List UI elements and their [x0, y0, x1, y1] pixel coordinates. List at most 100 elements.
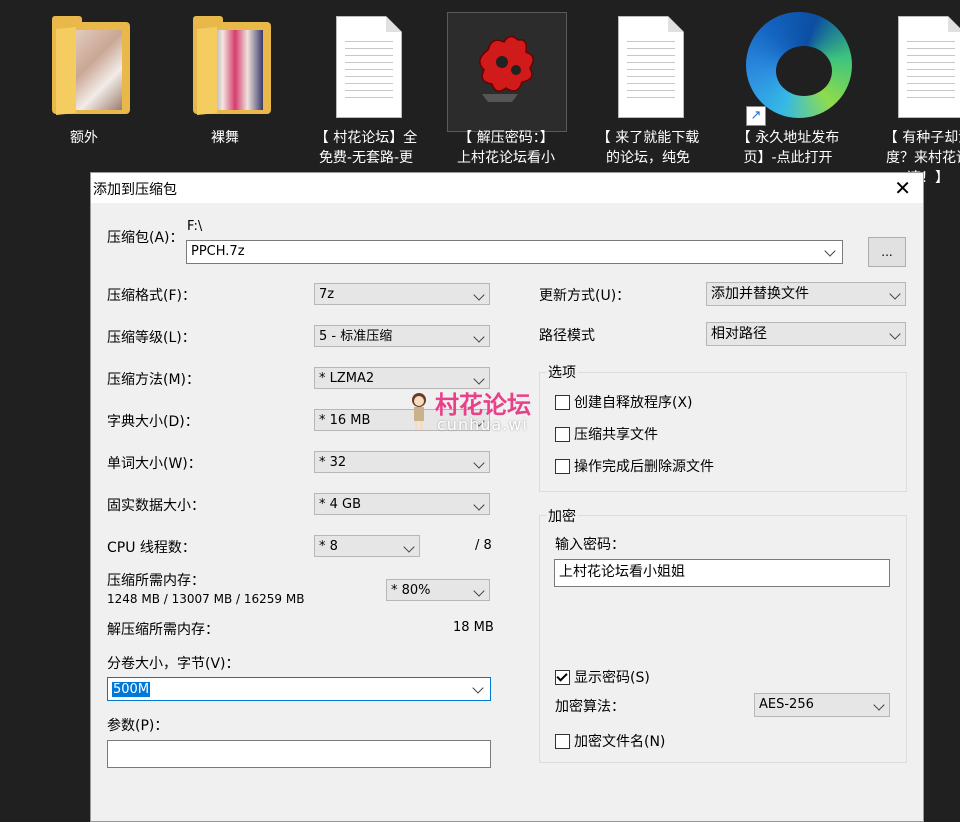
desktop-icon-folder-extra[interactable]: 额外 [24, 10, 144, 148]
format-select[interactable]: 7z [314, 283, 490, 305]
watermark-subtitle: cunhua.wi [437, 415, 528, 434]
edge-browser-icon: ↗ [740, 10, 852, 126]
password-label: 输入密码： [555, 537, 625, 553]
params-label: 参数(P)： [107, 718, 169, 734]
encrypt-names-checkbox[interactable]: 加密文件名(N) [555, 731, 665, 751]
format-value: 7z [319, 287, 335, 302]
format-label: 压缩格式(F)： [107, 288, 196, 304]
document-icon [600, 10, 696, 120]
chevron-down-icon [473, 585, 485, 597]
archive-label: 压缩包(A)： [107, 230, 184, 246]
dict-value: * 16 MB [319, 413, 371, 428]
encrypt-names-label: 加密文件名(N) [574, 734, 666, 750]
title-bar: 添加到压缩包 ✕ [91, 173, 923, 203]
document-icon [880, 10, 960, 120]
volume-value: 500M [112, 682, 151, 697]
word-label: 单词大小(W)： [107, 456, 202, 472]
chevron-down-icon [473, 289, 485, 301]
folder-icon [36, 10, 132, 120]
chevron-down-icon [889, 288, 901, 300]
delete-after-checkbox[interactable]: 操作完成后删除源文件 [555, 456, 714, 476]
chevron-down-icon [889, 328, 901, 340]
solid-label: 固实数据大小： [107, 498, 205, 514]
delete-after-label: 操作完成后删除源文件 [574, 459, 714, 475]
chevron-down-icon [473, 499, 485, 511]
path-mode-label: 路径模式 [539, 328, 595, 344]
update-select[interactable]: 添加并替换文件 [706, 282, 906, 306]
update-label: 更新方式(U)： [539, 288, 631, 304]
desktop-icon-doc-3[interactable]: 【 有种子却没 度？来村花论 速！】 [868, 10, 960, 188]
checkbox-box-checked [555, 669, 570, 685]
chevron-down-icon [473, 373, 485, 385]
watermark: 村花论坛 cunhua.wi [405, 385, 565, 435]
desktop-icon-edge[interactable]: ↗ 【 永久地址发布 页】-点此打开 [728, 10, 852, 168]
encryption-group-title: 加密 [546, 506, 578, 526]
show-password-label: 显示密码(S) [574, 670, 650, 686]
archive-name-combobox[interactable]: PPCH.7z [186, 240, 843, 264]
shared-files-checkbox[interactable]: 压缩共享文件 [555, 424, 658, 444]
chevron-down-icon [472, 682, 484, 694]
mem-percent-value: * 80% [391, 583, 431, 598]
dict-label: 字典大小(D)： [107, 414, 199, 430]
update-value: 添加并替换文件 [711, 286, 809, 302]
add-to-archive-dialog: 添加到压缩包 ✕ 压缩包(A)： F:\ PPCH.7z ... 压缩格式(F)… [90, 172, 924, 822]
word-select[interactable]: * 32 [314, 451, 490, 473]
cpu-total: / 8 [475, 538, 492, 553]
puzzle-icon [458, 10, 554, 120]
volume-combobox[interactable]: 500M [107, 677, 491, 701]
browse-button[interactable]: ... [868, 237, 906, 267]
desktop-icon-label: 【 村花论坛】全 免费-无套路-更 [314, 130, 418, 166]
doll-mascot-icon [412, 393, 426, 430]
solid-value: * 4 GB [319, 497, 362, 512]
sfx-label: 创建自释放程序(X) [574, 395, 693, 411]
checkbox-box [555, 733, 570, 749]
shortcut-arrow-icon: ↗ [746, 106, 766, 126]
archive-name-value: PPCH.7z [191, 244, 245, 259]
decomp-value: 18 MB [453, 620, 494, 635]
archive-path: F:\ [187, 219, 203, 234]
level-select[interactable]: 5 - 标准压缩 [314, 325, 490, 347]
path-mode-select[interactable]: 相对路径 [706, 322, 906, 346]
cpu-select[interactable]: * 8 [314, 535, 420, 557]
mem-percent-select[interactable]: * 80% [386, 579, 490, 601]
desktop-icon-label: 【 永久地址发布 页】-点此打开 [736, 130, 840, 166]
desktop-icon-doc-2[interactable]: 【 来了就能下载 的论坛，纯免 [588, 10, 708, 168]
cpu-value: * 8 [319, 539, 338, 554]
chevron-down-icon [824, 245, 836, 257]
chevron-down-icon [473, 457, 485, 469]
decomp-label: 解压缩所需内存： [107, 622, 219, 638]
encryption-method-label: 加密算法： [555, 699, 625, 715]
desktop-icon-label: 【 来了就能下载 的论坛，纯免 [596, 130, 700, 166]
chevron-down-icon [403, 541, 415, 553]
method-label: 压缩方法(M)： [107, 372, 201, 388]
volume-label: 分卷大小，字节(V)： [107, 656, 240, 672]
desktop-icon-label: 裸舞 [211, 130, 239, 146]
document-icon [318, 10, 414, 120]
chevron-down-icon [473, 331, 485, 343]
checkbox-box [555, 458, 570, 474]
desktop-icon-doc-1[interactable]: 【 村花论坛】全 免费-无套路-更 [306, 10, 426, 168]
close-button[interactable]: ✕ [894, 176, 911, 200]
mem-label: 压缩所需内存： [107, 573, 205, 589]
chevron-down-icon [873, 699, 885, 711]
mem-detail: 1248 MB / 13007 MB / 16259 MB [107, 592, 305, 606]
options-group-title: 选项 [546, 362, 578, 382]
dialog-title: 添加到压缩包 [93, 182, 177, 198]
level-value: 5 - 标准压缩 [319, 329, 393, 344]
show-password-checkbox[interactable]: 显示密码(S) [555, 667, 650, 687]
params-input[interactable] [107, 740, 491, 768]
solid-select[interactable]: * 4 GB [314, 493, 490, 515]
folder-icon [177, 10, 273, 120]
path-mode-value: 相对路径 [711, 326, 767, 342]
password-input[interactable]: 上村花论坛看小姐姐 [554, 559, 890, 587]
method-value: * LZMA2 [319, 371, 375, 386]
desktop-icon-folder-dance[interactable]: 裸舞 [165, 10, 285, 148]
shared-files-label: 压缩共享文件 [574, 427, 658, 443]
desktop-icon-label: 额外 [70, 130, 98, 146]
cpu-label: CPU 线程数： [107, 540, 196, 556]
desktop-icon-puzzle[interactable]: 【 解压密码：】 上村花论坛看小 [446, 10, 566, 168]
word-value: * 32 [319, 455, 347, 470]
encryption-method-select[interactable]: AES-256 [754, 693, 890, 717]
level-label: 压缩等级(L)： [107, 330, 196, 346]
sfx-checkbox[interactable]: 创建自释放程序(X) [555, 392, 693, 412]
